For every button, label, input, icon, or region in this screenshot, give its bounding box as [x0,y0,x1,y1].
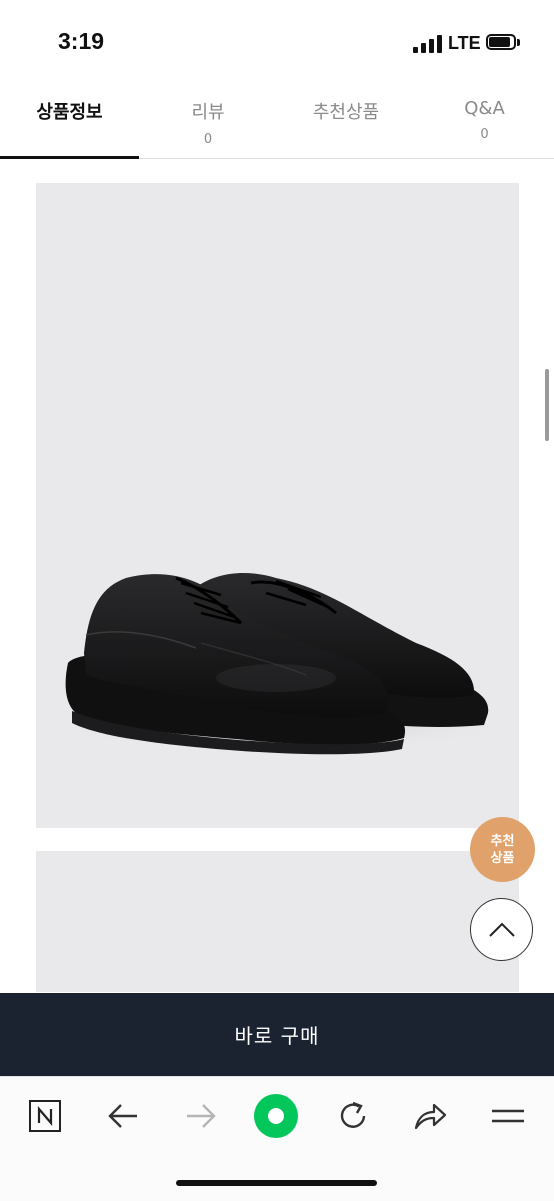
green-dot-button[interactable] [253,1093,299,1139]
tab-count: 0 [480,127,489,142]
network-label: LTE [448,33,481,53]
menu-icon [492,1109,524,1123]
status-bar: 3:19 LTE [0,0,554,80]
refresh-button[interactable] [330,1093,376,1139]
recommended-products-button[interactable]: 추천 상품 [470,817,535,882]
tab-label: 추천상품 [312,102,380,123]
battery-icon [486,34,520,52]
tab-reviews[interactable]: 리뷰 0 [139,82,277,158]
menu-button[interactable] [485,1093,531,1139]
shoe-image [51,572,511,755]
naver-icon [29,1100,61,1132]
buy-now-label: 바로 구매 [234,1024,320,1048]
tab-count: 0 [203,132,213,147]
product-detail-content[interactable] [0,159,554,992]
refresh-icon [340,1101,366,1128]
forward-button[interactable] [178,1093,224,1139]
product-image [36,851,519,992]
chevron-up-icon [488,922,515,937]
home-indicator [176,1180,377,1186]
green-dot-icon [254,1094,298,1138]
buy-now-button[interactable]: 바로 구매 [0,993,554,1076]
scrollbar[interactable] [545,369,549,441]
forward-arrow-icon [187,1104,216,1128]
share-button[interactable] [407,1093,453,1139]
tab-label: 상품정보 [36,102,103,123]
scroll-top-button[interactable] [470,898,533,961]
naver-home-button[interactable] [22,1093,68,1139]
tab-qna[interactable]: Q&A 0 [415,82,554,158]
tab-recommended[interactable]: 추천상품 [277,82,415,158]
product-image [36,183,519,828]
tab-bar: 상품정보 리뷰 0 추천상품 Q&A 0 [0,82,554,159]
share-icon [414,1103,447,1130]
recommended-label-line2: 상품 [490,850,515,866]
tab-label: 리뷰 [191,102,225,123]
back-button[interactable] [100,1093,146,1139]
tab-product-info[interactable]: 상품정보 [0,82,139,158]
back-arrow-icon [108,1104,137,1128]
tab-label: Q&A [464,98,505,119]
status-time: 3:19 [58,28,105,54]
recommended-label-line1: 추천 [490,833,515,849]
signal-icon [413,35,443,53]
